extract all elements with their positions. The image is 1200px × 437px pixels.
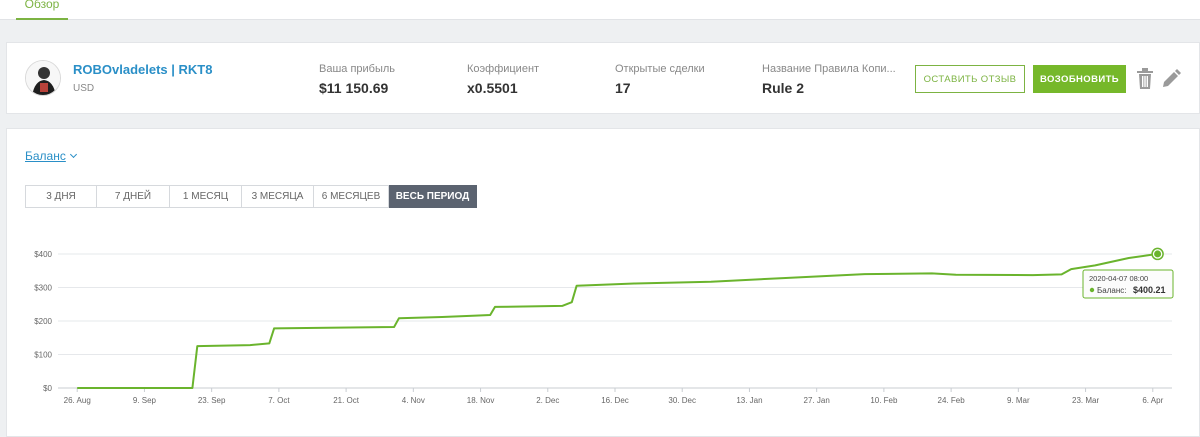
x-tick-label: 16. Dec bbox=[601, 396, 629, 405]
x-tick-label: 7. Oct bbox=[268, 396, 290, 405]
x-tick-label: 18. Nov bbox=[467, 396, 495, 405]
chart-tooltip: 2020-04-07 08:00 Баланс: $400.21 bbox=[1082, 269, 1174, 299]
x-tick-label: 27. Jan bbox=[804, 396, 830, 405]
last-point-marker bbox=[1154, 250, 1162, 258]
x-tick-label: 10. Feb bbox=[870, 396, 898, 405]
y-tick-label: $200 bbox=[34, 317, 52, 326]
x-tick-label: 6. Apr bbox=[1142, 396, 1163, 405]
tooltip-series-label: Баланс: bbox=[1097, 286, 1126, 295]
y-tick-label: $0 bbox=[43, 384, 52, 393]
x-tick-label: 9. Sep bbox=[133, 396, 157, 405]
x-tick-label: 21. Oct bbox=[333, 396, 360, 405]
balance-chart: $0 $100 $200 $300 $400 26. Aug 9. Sep 23. Sep 7.… bbox=[34, 247, 1174, 405]
tooltip-value: $400.21 bbox=[1133, 285, 1166, 295]
x-tick-label: 26. Aug bbox=[64, 396, 91, 405]
y-tick-label: $400 bbox=[34, 250, 52, 259]
x-tick-label: 9. Mar bbox=[1007, 396, 1030, 405]
tooltip-series-dot bbox=[1089, 287, 1095, 293]
x-tick-label: 4. Nov bbox=[402, 396, 425, 405]
x-tick-label: 30. Dec bbox=[668, 396, 696, 405]
x-tick-label: 23. Mar bbox=[1072, 396, 1099, 405]
x-tick-label: 23. Sep bbox=[198, 396, 226, 405]
tooltip-date: 2020-04-07 08:00 bbox=[1089, 274, 1148, 283]
x-tick-label: 24. Feb bbox=[938, 396, 966, 405]
x-tick-label: 2. Dec bbox=[536, 396, 559, 405]
y-tick-label: $100 bbox=[34, 351, 52, 360]
x-tick-label: 13. Jan bbox=[736, 396, 762, 405]
y-tick-label: $300 bbox=[34, 284, 52, 293]
